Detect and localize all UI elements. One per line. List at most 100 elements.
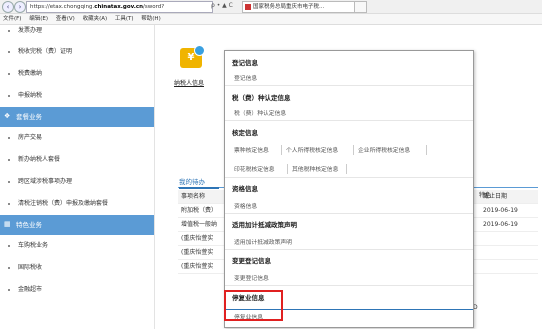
row-name: (重庆怡萱实 (181, 235, 214, 242)
row-name: 增值税一般纳 (181, 221, 218, 228)
menu-item-deduction-policy[interactable]: 适用加计抵减政策声明 (234, 237, 292, 246)
highlight-box (224, 290, 283, 321)
url-suffix: /sword? (143, 4, 165, 10)
divider (225, 120, 473, 121)
sidebar-item-declaration[interactable]: 申报纳税 (0, 85, 154, 107)
site-favicon-icon (245, 4, 251, 10)
sidebar-item-new-taxpayer[interactable]: 新办纳税人套餐 (0, 149, 154, 171)
bullet-icon (8, 289, 10, 291)
sidebar-item-international[interactable]: 国际税收 (0, 257, 154, 279)
divider (287, 164, 288, 174)
menu-bar: 文件(F) 编辑(E) 查看(V) 收藏夹(A) 工具(T) 帮助(H) (0, 14, 542, 25)
menu-edit[interactable]: 编辑(E) (29, 16, 48, 22)
menu-heading-change-registration: 变更登记信息 (232, 257, 271, 265)
bullet-icon (8, 95, 10, 97)
sidebar-item-label: 发票办理 (18, 27, 43, 34)
sidebar-item-label: 国际税收 (18, 264, 43, 271)
sidebar: 发票办理 税收完税（费）证明 税费缴纳 申报纳税 ❖ 套餐业务 房产交易 新办纳税… (0, 25, 155, 329)
menu-item-invoice-type[interactable]: 票种核定信息 (234, 145, 269, 154)
row-name: (重庆怡萱实 (181, 263, 214, 270)
tab-title: 国家税务总局重庆市电子税... (253, 4, 325, 10)
new-tab-button[interactable] (354, 1, 367, 13)
taxpayer-info-icon: ¥ (180, 45, 205, 68)
grid-icon: ▦ (4, 220, 11, 228)
back-icon[interactable]: ‹ (2, 1, 14, 13)
todo-tab[interactable]: 我的待办 (179, 176, 205, 186)
menu-favorites[interactable]: 收藏夹(A) (83, 16, 108, 22)
divider (346, 164, 347, 174)
menu-tools[interactable]: 工具(T) (115, 16, 134, 22)
sidebar-item-vehicle-tax[interactable]: 车购税业务 (0, 235, 154, 257)
sidebar-item-label: 清税注销税（费）申报及缴纳套餐 (18, 200, 109, 207)
currency-glyph: ¥ (187, 52, 195, 63)
sidebar-item-label: 新办纳税人套餐 (18, 156, 61, 163)
menu-file[interactable]: 文件(F) (3, 16, 21, 22)
package-icon: ❖ (4, 112, 11, 120)
divider (225, 177, 473, 178)
divider (225, 213, 473, 214)
divider (225, 85, 473, 86)
sidebar-section-package[interactable]: ❖ 套餐业务 (0, 107, 154, 127)
browser-toolbar: ‹ › https://etax.chongqing.chinatax.gov.… (0, 0, 542, 14)
bullet-icon (8, 137, 10, 139)
url-domain: chinatax.gov.cn (94, 4, 144, 10)
menu-item-corporate-income[interactable]: 企业所得税核定信息 (358, 145, 410, 154)
sidebar-item-finance[interactable]: 金融超市 (0, 279, 154, 301)
address-bar[interactable]: https://etax.chongqing.chinatax.gov.cn/s… (26, 1, 213, 13)
sidebar-section-label: 套餐业务 (16, 113, 42, 121)
sidebar-item-cross-region[interactable]: 跨区域涉税事项办理 (0, 171, 154, 193)
divider (426, 145, 427, 155)
sidebar-item-tax-certificate[interactable]: 税收完税（费）证明 (0, 41, 154, 63)
divider (281, 145, 282, 155)
sidebar-item-label: 房产交易 (18, 134, 43, 141)
menu-heading-assessment: 核定信息 (232, 129, 258, 137)
sidebar-item-deregistration[interactable]: 清税注销税（费）申报及缴纳套餐 (0, 193, 154, 215)
menu-heading-deduction-policy: 适用加计抵减政策声明 (232, 221, 297, 229)
active-tab-underline (179, 187, 219, 189)
divider (225, 285, 473, 286)
sidebar-section-special[interactable]: ▦ 特色业务 (0, 215, 154, 235)
menu-item-stamp-duty[interactable]: 印花税核定信息 (234, 164, 275, 173)
sidebar-item-label: 跨区域涉税事项办理 (18, 178, 73, 185)
sidebar-item-label: 金融超市 (18, 286, 43, 293)
column-header-name: 事项名称 (181, 193, 206, 200)
bullet-icon (8, 73, 10, 75)
bullet-icon (8, 203, 10, 205)
row-deadline: 2019-06-19 (483, 221, 518, 228)
menu-item-personal-income[interactable]: 个人所得税核定信息 (286, 145, 338, 154)
menu-view[interactable]: 查看(V) (56, 16, 75, 22)
sidebar-item-property[interactable]: 房产交易 (0, 127, 154, 149)
row-name: (重庆怡萱实 (181, 249, 214, 256)
sidebar-item-invoice[interactable]: 发票办理 (0, 25, 154, 41)
url-prefix: https://etax.chongqing. (30, 4, 95, 10)
sidebar-section-label: 特色业务 (16, 221, 42, 229)
bullet-icon (8, 181, 10, 183)
bullet-icon (8, 267, 10, 269)
sidebar-item-label: 税费缴纳 (18, 70, 43, 77)
menu-item-qualification[interactable]: 资格信息 (234, 201, 257, 210)
address-controls[interactable]: ρ • ▲ C (211, 1, 233, 11)
menu-heading-tax-type: 税（费）种认定信息 (232, 94, 291, 102)
menu-item-other-tax[interactable]: 其他税种核定信息 (292, 164, 338, 173)
menu-item-tax-type[interactable]: 税（费）种认定信息 (234, 108, 286, 117)
bullet-icon (8, 51, 10, 53)
bullet-icon (8, 30, 10, 32)
menu-heading-qualification: 资格信息 (232, 185, 258, 193)
sidebar-item-tax-payment[interactable]: 税费缴纳 (0, 63, 154, 85)
partial-header-text: 特色 (479, 192, 492, 199)
sidebar-item-label: 申报纳税 (18, 92, 43, 99)
taxpayer-info-label[interactable]: 纳税人信息 (174, 78, 204, 87)
sidebar-item-label: 税收完税（费）证明 (18, 48, 73, 55)
browser-tab[interactable]: 国家税务总局重庆市电子税... × (242, 1, 361, 13)
sidebar-item-label: 车购税业务 (18, 242, 49, 249)
taxpayer-info-menu: 登记信息 登记信息 税（费）种认定信息 税（费）种认定信息 核定信息 票种核定信… (224, 50, 474, 328)
menu-item-change-registration[interactable]: 变更登记信息 (234, 273, 269, 282)
row-deadline: 2019-06-19 (483, 207, 518, 214)
bullet-icon (8, 245, 10, 247)
divider (225, 249, 473, 250)
forward-icon[interactable]: › (14, 1, 26, 13)
menu-help[interactable]: 帮助(H) (141, 16, 160, 22)
menu-heading-registration: 登记信息 (232, 59, 258, 67)
bullet-icon (8, 159, 10, 161)
menu-item-registration[interactable]: 登记信息 (234, 73, 257, 82)
